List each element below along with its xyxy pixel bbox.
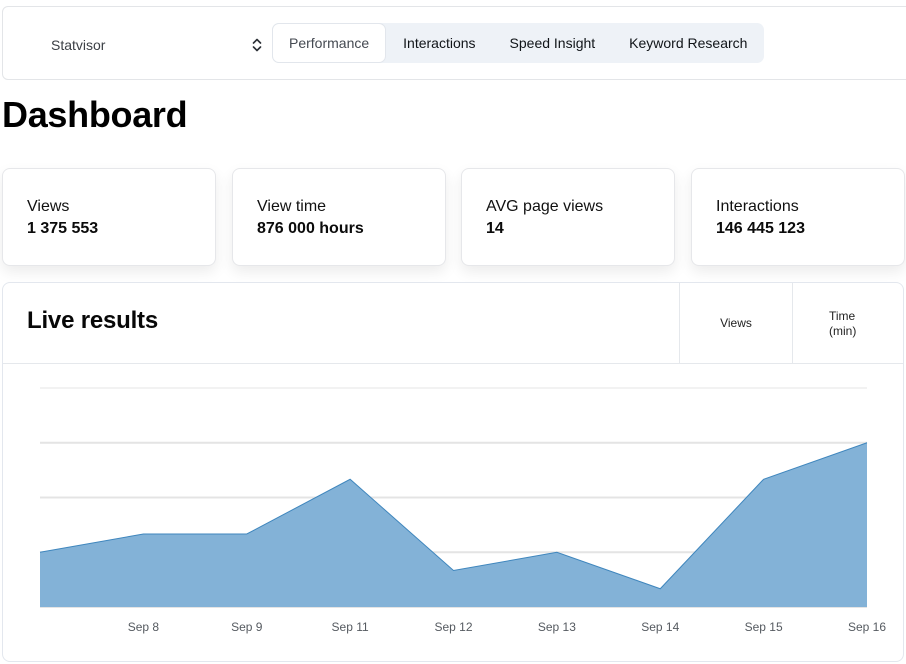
stat-value: 1 375 553 [27,220,99,237]
chart-area-layer [39,442,868,607]
stat-label: Interactions [716,198,799,215]
stat-label: View time [257,198,327,215]
tab-interactions[interactable]: Interactions [386,23,492,63]
x-tick-label: Sep 9 [231,620,263,634]
stat-value: 146 445 123 [716,220,805,237]
page-title: Dashboard [2,94,188,135]
tab-performance[interactable]: Performance [272,23,387,63]
area-series-views [40,442,867,607]
top-navigation-bar: Statvisor Performance Interactions Speed… [2,6,906,80]
tab-keyword-research[interactable]: Keyword Research [612,23,764,63]
x-tick-label: Sep 15 [745,620,783,634]
stat-card-avg-page-views: AVG page views 14 [461,168,675,266]
metric-time-label: Time (min) [829,308,857,338]
x-tick-label: Sep 13 [538,620,576,634]
tab-speed-insight[interactable]: Speed Insight [493,23,613,63]
metric-views-button[interactable]: Views [679,283,792,364]
metric-views-label: Views [720,316,752,330]
metric-time-button[interactable]: Time (min) [792,283,903,364]
stat-label: AVG page views [486,198,604,215]
stat-card-interactions: Interactions 146 445 123 [691,168,905,266]
stat-card-views: Views 1 375 553 [2,168,216,266]
site-selector-value: Statvisor [51,37,106,53]
stat-card-view-time: View time 876 000 hours [232,168,446,266]
x-tick-label: Sep 16 [848,620,886,634]
x-tick-label: Sep 14 [641,620,679,634]
site-selector[interactable]: Statvisor [51,33,267,57]
live-results-header: Live results Views Time (min) [3,283,903,364]
chevron-up-down-icon [252,38,262,52]
stat-value: 14 [486,220,504,237]
x-tick-label: Sep 11 [332,620,369,634]
stat-value: 876 000 hours [257,220,364,237]
live-results-title: Live results [27,307,158,334]
stat-label: Views [27,198,70,215]
chart-x-axis-labels: Sep 8 Sep 9 Sep 11 Sep 12 Sep 13 Sep 14 Sep 15… [128,620,887,634]
section-tabs: Performance Interactions Speed Insight K… [272,23,765,63]
x-tick-label: Sep 12 [434,620,472,634]
x-tick-label: Sep 8 [128,620,160,634]
live-results-area-chart: Sep 8 Sep 9 Sep 11 Sep 12 Sep 13 Sep 14 Sep 15… [39,387,887,634]
live-results-card: Live results Views Time (min) Sep 8 Sep 9… [2,282,904,662]
